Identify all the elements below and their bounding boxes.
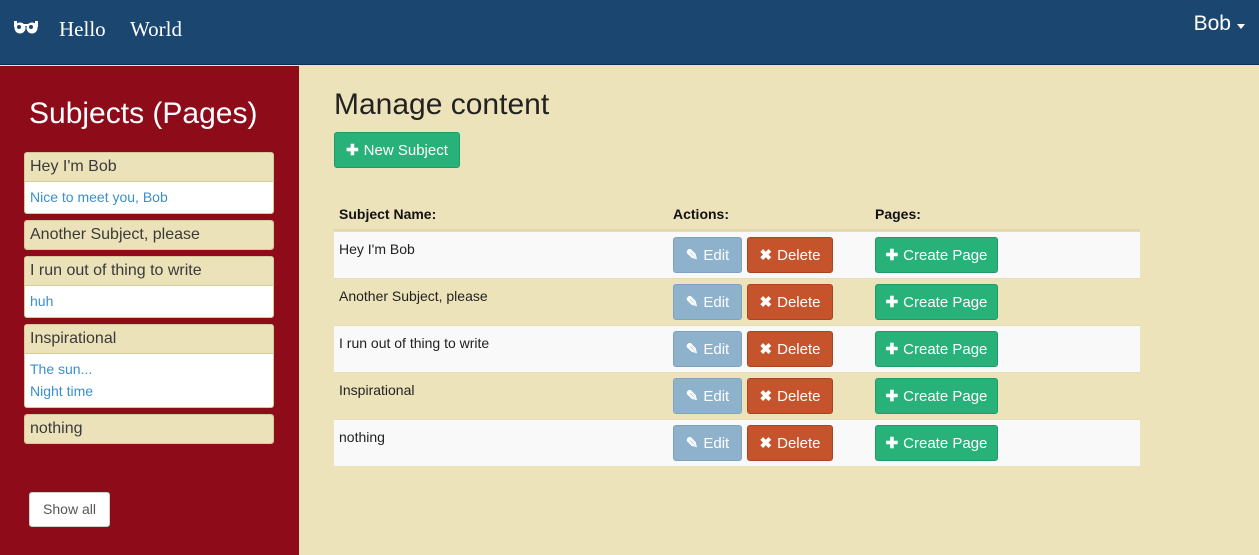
create-page-label: Create Page xyxy=(903,434,988,452)
subject-group: Another Subject, please xyxy=(24,220,274,250)
page-list: huh xyxy=(25,285,273,317)
subject-name-cell: Inspirational xyxy=(339,382,415,398)
table-row: Another Subject, please ✎ Edit ✖ Delete ✚ Crea… xyxy=(334,278,1140,325)
top-navbar: Hello World Bob xyxy=(0,0,1259,65)
subject-group: nothing xyxy=(24,414,274,444)
edit-button[interactable]: ✎ Edit xyxy=(673,284,742,320)
sidebar-subject[interactable]: Hey I'm Bob xyxy=(25,153,273,181)
delete-label: Delete xyxy=(777,246,821,264)
close-icon: ✖ xyxy=(759,388,773,405)
subject-name-cell: I run out of thing to write xyxy=(339,335,490,351)
plus-icon: ✚ xyxy=(346,142,359,159)
sidebar-title: Subjects (Pages) xyxy=(29,97,258,130)
edit-label: Edit xyxy=(703,387,730,405)
edit-button[interactable]: ✎ Edit xyxy=(673,378,742,414)
plus-icon: ✚ xyxy=(885,388,899,405)
delete-label: Delete xyxy=(777,293,821,311)
pencil-icon: ✎ xyxy=(685,247,699,264)
sidebar-page-link[interactable]: Night time xyxy=(30,380,273,402)
plus-icon: ✚ xyxy=(885,435,899,452)
table-header: Subject Name: Actions: Pages: xyxy=(334,196,1140,231)
page-list: The sun... Night time xyxy=(25,353,273,407)
edit-button[interactable]: ✎ Edit xyxy=(673,237,742,273)
table-row: Inspirational ✎ Edit ✖ Delete ✚ Create Page xyxy=(334,372,1140,419)
subject-name-cell: Hey I'm Bob xyxy=(339,241,415,257)
page-list: Nice to meet you, Bob xyxy=(25,181,273,213)
sidebar-subject[interactable]: Another Subject, please xyxy=(25,221,273,249)
delete-button[interactable]: ✖ Delete xyxy=(747,284,833,320)
table-row: Hey I'm Bob ✎ Edit ✖ Delete ✚ Create Page xyxy=(334,231,1140,278)
user-dropdown[interactable]: Bob xyxy=(1194,12,1245,36)
pencil-icon: ✎ xyxy=(685,294,699,311)
plus-icon: ✚ xyxy=(885,341,899,358)
table-row: I run out of thing to write ✎ Edit ✖ Delete ✚… xyxy=(334,325,1140,372)
subject-group: I run out of thing to write huh xyxy=(24,256,274,318)
delete-button[interactable]: ✖ Delete xyxy=(747,331,833,367)
create-page-button[interactable]: ✚ Create Page xyxy=(875,237,998,273)
header-subject-name: Subject Name: xyxy=(339,206,437,222)
delete-label: Delete xyxy=(777,434,821,452)
create-page-label: Create Page xyxy=(903,387,988,405)
show-all-button[interactable]: Show all xyxy=(29,492,110,527)
sidebar-subject[interactable]: nothing xyxy=(25,415,273,443)
edit-label: Edit xyxy=(703,246,730,264)
page-title: Manage content xyxy=(334,88,550,121)
subject-list: Hey I'm Bob Nice to meet you, Bob Another … xyxy=(24,152,274,450)
delete-button[interactable]: ✖ Delete xyxy=(747,378,833,414)
subject-name-cell: nothing xyxy=(339,429,385,445)
main-content: Manage content ✚ New Subject Subject Nam… xyxy=(299,66,1259,555)
create-page-label: Create Page xyxy=(903,340,988,358)
sidebar-subject[interactable]: I run out of thing to write xyxy=(25,257,273,285)
subjects-table: Subject Name: Actions: Pages: Hey I'm Bo… xyxy=(334,196,1140,466)
edit-label: Edit xyxy=(703,434,730,452)
close-icon: ✖ xyxy=(759,294,773,311)
new-subject-button[interactable]: ✚ New Subject xyxy=(334,132,460,168)
plus-icon: ✚ xyxy=(885,247,899,264)
pencil-icon: ✎ xyxy=(685,388,699,405)
nav-link-hello[interactable]: Hello xyxy=(59,17,106,42)
table-body: Hey I'm Bob ✎ Edit ✖ Delete ✚ Create Page Anoth… xyxy=(334,231,1140,466)
edit-button[interactable]: ✎ Edit xyxy=(673,425,742,461)
close-icon: ✖ xyxy=(759,341,773,358)
caret-down-icon xyxy=(1237,23,1245,29)
delete-button[interactable]: ✖ Delete xyxy=(747,237,833,273)
delete-label: Delete xyxy=(777,387,821,405)
sidebar-subject[interactable]: Inspirational xyxy=(25,325,273,353)
close-icon: ✖ xyxy=(759,435,773,452)
sidebar-page-link[interactable]: huh xyxy=(30,290,273,312)
pencil-icon: ✎ xyxy=(685,341,699,358)
new-subject-label: New Subject xyxy=(363,141,448,159)
create-page-label: Create Page xyxy=(903,246,988,264)
header-actions: Actions: xyxy=(673,206,729,222)
create-page-button[interactable]: ✚ Create Page xyxy=(875,284,998,320)
sidebar-page-link[interactable]: Nice to meet you, Bob xyxy=(30,186,273,208)
edit-label: Edit xyxy=(703,293,730,311)
subject-group: Hey I'm Bob Nice to meet you, Bob xyxy=(24,152,274,214)
create-page-button[interactable]: ✚ Create Page xyxy=(875,425,998,461)
delete-label: Delete xyxy=(777,340,821,358)
edit-label: Edit xyxy=(703,340,730,358)
create-page-label: Create Page xyxy=(903,293,988,311)
nav-link-world[interactable]: World xyxy=(130,17,182,42)
sidebar-page-link[interactable]: The sun... xyxy=(30,358,273,380)
sidebar: Subjects (Pages) Hey I'm Bob Nice to meet… xyxy=(0,66,299,555)
create-page-button[interactable]: ✚ Create Page xyxy=(875,331,998,367)
create-page-button[interactable]: ✚ Create Page xyxy=(875,378,998,414)
edit-button[interactable]: ✎ Edit xyxy=(673,331,742,367)
plus-icon: ✚ xyxy=(885,294,899,311)
close-icon: ✖ xyxy=(759,247,773,264)
header-pages: Pages: xyxy=(875,206,921,222)
delete-button[interactable]: ✖ Delete xyxy=(747,425,833,461)
pencil-icon: ✎ xyxy=(685,435,699,452)
subject-name-cell: Another Subject, please xyxy=(339,288,488,304)
user-name: Bob xyxy=(1193,12,1231,35)
table-row: nothing ✎ Edit ✖ Delete ✚ Create Page xyxy=(334,419,1140,466)
subject-group: Inspirational The sun... Night time xyxy=(24,324,274,408)
glasses-icon[interactable] xyxy=(13,17,39,35)
